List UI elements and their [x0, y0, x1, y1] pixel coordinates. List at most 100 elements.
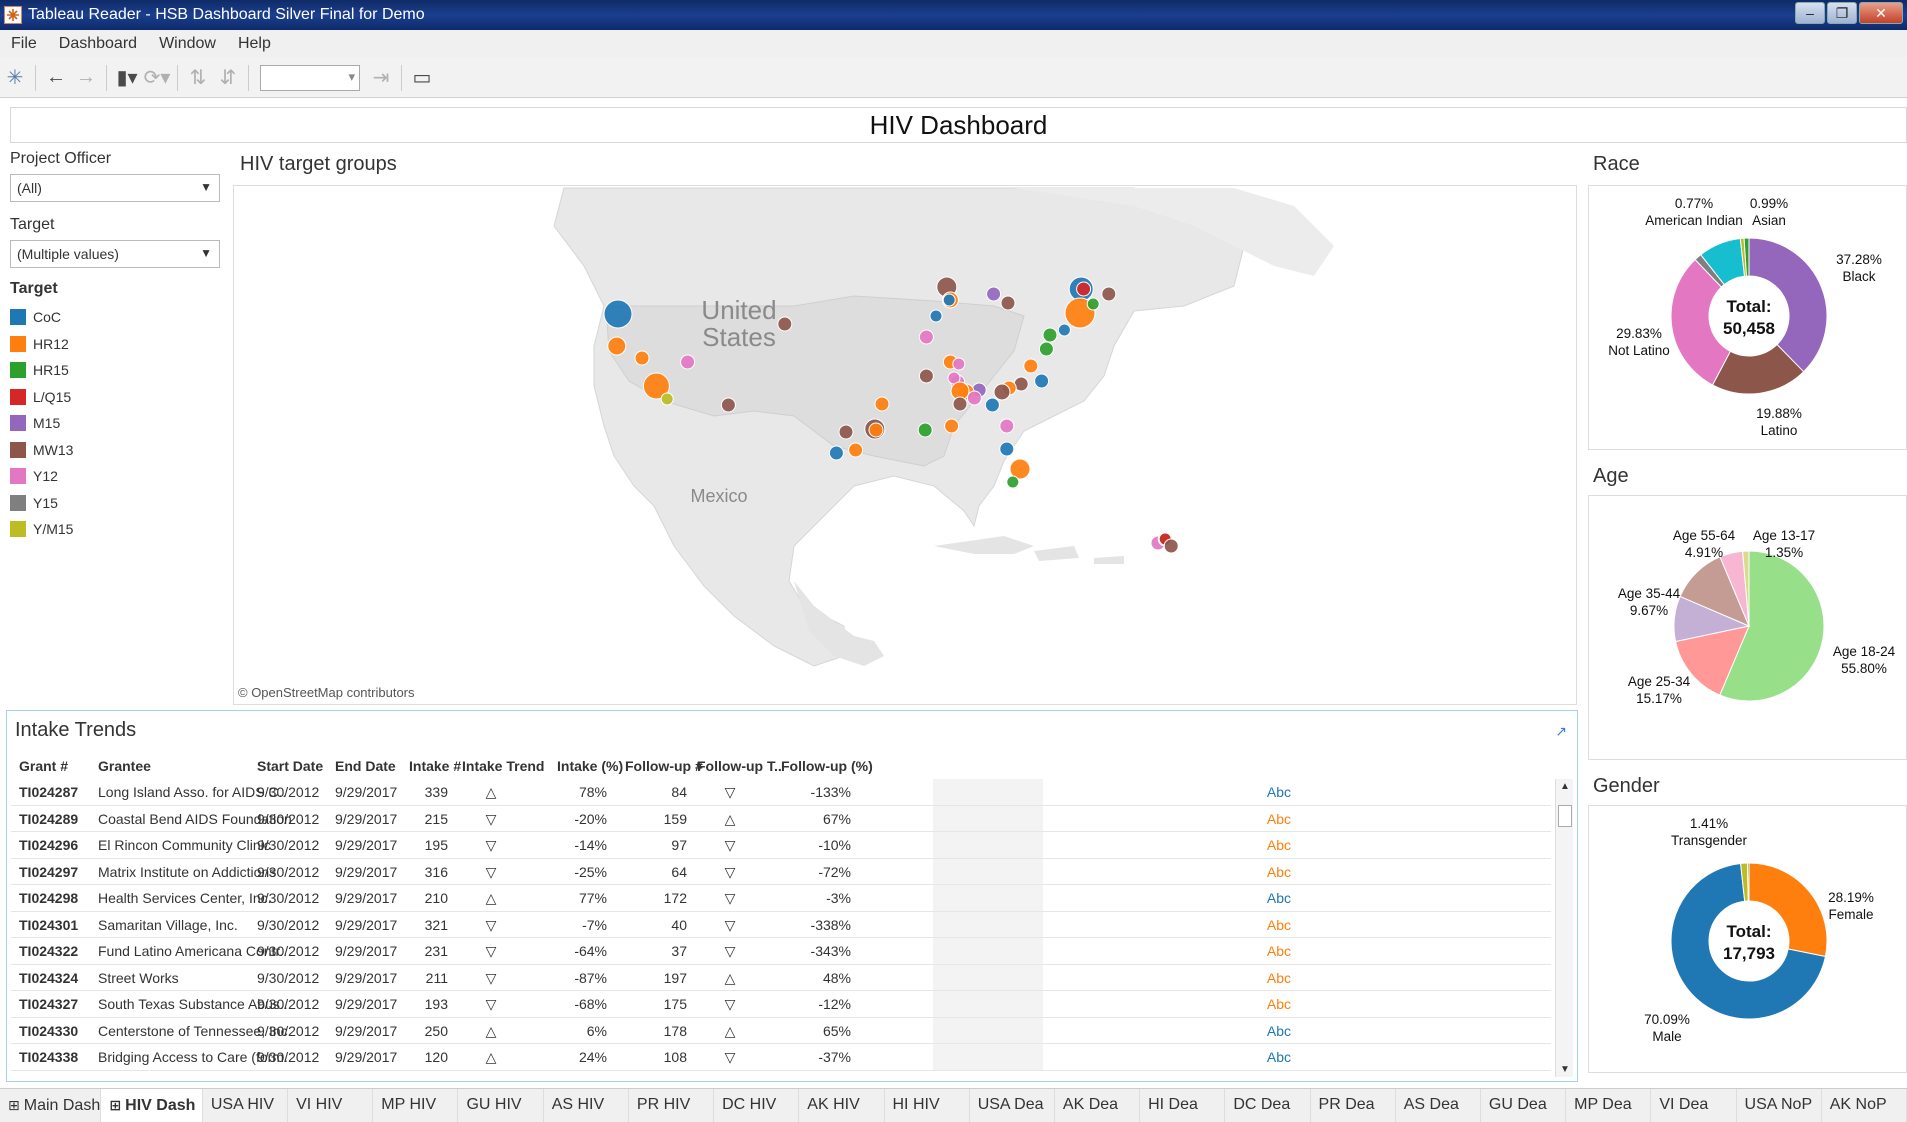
- tab-usa-dea[interactable]: USA Dea: [970, 1089, 1055, 1122]
- map-point[interactable]: [1023, 358, 1039, 374]
- table-row[interactable]: TI024298 Health Services Center, Inc. 9/30…: [11, 885, 1551, 912]
- sort-ascending-icon[interactable]: ⇅: [183, 63, 213, 93]
- map-point[interactable]: [838, 424, 854, 440]
- presentation-mode-icon[interactable]: ▭: [407, 63, 437, 93]
- column-header[interactable]: Follow-up #: [625, 758, 703, 774]
- tab-gu-dea[interactable]: GU Dea: [1481, 1089, 1567, 1122]
- table-row[interactable]: TI024301 Samaritan Village, Inc. 9/30/2012…: [11, 911, 1551, 938]
- popout-icon[interactable]: ↗: [1555, 723, 1567, 740]
- back-arrow-icon[interactable]: ←: [41, 63, 71, 93]
- map-point[interactable]: [634, 350, 650, 366]
- tab-main-dash[interactable]: ⊞ Main Dash: [0, 1089, 102, 1122]
- map-view[interactable]: United States Mexico © OpenStreetMap con…: [233, 185, 1577, 705]
- column-header[interactable]: Intake Trend: [462, 758, 544, 774]
- table-row[interactable]: TI024324 Street Works 9/30/2012 9/29/2017 21…: [11, 964, 1551, 991]
- abc-indicator[interactable]: Abc: [1231, 1049, 1291, 1065]
- column-header[interactable]: End Date: [335, 758, 396, 774]
- abc-indicator[interactable]: Abc: [1231, 890, 1291, 906]
- legend-item-ym15[interactable]: Y/M15: [10, 516, 225, 543]
- column-header[interactable]: Grant #: [19, 758, 68, 774]
- tab-hi-hiv[interactable]: HI HIV: [885, 1089, 970, 1122]
- menu-file[interactable]: File: [0, 35, 48, 53]
- map-point[interactable]: [874, 396, 890, 412]
- tab-ak-nop[interactable]: AK NoP: [1822, 1089, 1907, 1122]
- map-point[interactable]: [952, 357, 966, 371]
- map-point[interactable]: [984, 397, 1000, 413]
- map-point[interactable]: [952, 396, 968, 412]
- map-point[interactable]: [1076, 281, 1092, 297]
- tab-ak-dea[interactable]: AK Dea: [1055, 1089, 1141, 1122]
- table-row[interactable]: TI024296 El Rincon Community Clinic 9/30/2…: [11, 832, 1551, 859]
- map-point[interactable]: [1163, 538, 1179, 554]
- fit-combo[interactable]: [260, 64, 360, 91]
- menu-window[interactable]: Window: [148, 35, 227, 53]
- map-point[interactable]: [1057, 323, 1071, 337]
- table-body[interactable]: TI024287 Long Island Asso. for AIDS C.. 9/…: [11, 779, 1551, 1079]
- map-point[interactable]: [1042, 327, 1058, 343]
- table-row[interactable]: TI024338 Bridging Access to Care (form.. 9…: [11, 1044, 1551, 1071]
- map-point[interactable]: [720, 397, 736, 413]
- tab-pr-hiv[interactable]: PR HIV: [629, 1089, 715, 1122]
- scroll-up-icon[interactable]: ▲: [1560, 781, 1570, 792]
- map-point[interactable]: [777, 316, 793, 332]
- column-header[interactable]: Intake #: [409, 758, 461, 774]
- menu-help[interactable]: Help: [227, 35, 282, 53]
- map-point[interactable]: [1101, 286, 1117, 302]
- close-button[interactable]: ✕: [1859, 2, 1903, 24]
- table-row[interactable]: TI024330 Centerstone of Tennessee, Inc. 9/…: [11, 1017, 1551, 1044]
- tab-vi-hiv[interactable]: VI HIV: [288, 1089, 374, 1122]
- map-point[interactable]: [1006, 475, 1020, 489]
- map-canvas[interactable]: United States Mexico: [234, 186, 1577, 705]
- abc-indicator[interactable]: Abc: [1231, 996, 1291, 1012]
- tab-usa-hiv[interactable]: USA HIV: [203, 1089, 289, 1122]
- table-scrollbar[interactable]: ▲ ▼: [1555, 779, 1573, 1077]
- map-point[interactable]: [918, 329, 934, 345]
- map-point[interactable]: [660, 392, 674, 406]
- column-header[interactable]: Follow-up T..: [697, 758, 782, 774]
- map-point[interactable]: [942, 293, 956, 307]
- abc-indicator[interactable]: Abc: [1231, 917, 1291, 933]
- tab-dc-hiv[interactable]: DC HIV: [714, 1089, 800, 1122]
- table-row[interactable]: TI024327 South Texas Substance Abus.. 9/30…: [11, 991, 1551, 1018]
- map-point[interactable]: [828, 445, 844, 461]
- abc-indicator[interactable]: Abc: [1231, 837, 1291, 853]
- map-point[interactable]: [1086, 297, 1100, 311]
- abc-indicator[interactable]: Abc: [1231, 811, 1291, 827]
- legend-item-y12[interactable]: Y12: [10, 463, 225, 490]
- table-row[interactable]: TI024287 Long Island Asso. for AIDS C.. 9/…: [11, 779, 1551, 806]
- tab-mp-hiv[interactable]: MP HIV: [373, 1089, 459, 1122]
- minimize-button[interactable]: –: [1795, 2, 1825, 24]
- column-header[interactable]: Intake (%): [557, 758, 623, 774]
- legend-item-coc[interactable]: CoC: [10, 304, 225, 331]
- tab-vi-dea[interactable]: VI Dea: [1651, 1089, 1737, 1122]
- column-header[interactable]: Start Date: [257, 758, 323, 774]
- legend-item-y15[interactable]: Y15: [10, 490, 225, 517]
- tableau-logo-icon[interactable]: ✳: [0, 63, 30, 93]
- abc-indicator[interactable]: Abc: [1231, 943, 1291, 959]
- map-point[interactable]: [966, 390, 982, 406]
- map-point[interactable]: [1034, 373, 1050, 389]
- legend-item-mw13[interactable]: MW13: [10, 437, 225, 464]
- map-point[interactable]: [607, 336, 627, 356]
- legend-item-hr15[interactable]: HR15: [10, 357, 225, 384]
- legend-item-lq15[interactable]: L/Q15: [10, 384, 225, 411]
- map-point[interactable]: [944, 418, 960, 434]
- map-point[interactable]: [917, 422, 933, 438]
- abc-indicator[interactable]: Abc: [1231, 784, 1291, 800]
- project-officer-dropdown[interactable]: (All) ▼: [10, 174, 220, 202]
- legend-item-hr12[interactable]: HR12: [10, 331, 225, 358]
- map-point[interactable]: [929, 309, 943, 323]
- map-point[interactable]: [986, 286, 1002, 302]
- tab-as-hiv[interactable]: AS HIV: [544, 1089, 629, 1122]
- scroll-thumb[interactable]: [1558, 805, 1572, 827]
- map-point[interactable]: [868, 422, 884, 438]
- tab-pr-dea[interactable]: PR Dea: [1311, 1089, 1396, 1122]
- tab-usa-nop[interactable]: USA NoP: [1737, 1089, 1822, 1122]
- map-point[interactable]: [680, 354, 696, 370]
- restore-button[interactable]: ❐: [1827, 2, 1857, 24]
- sort-descending-icon[interactable]: ⇵: [213, 63, 243, 93]
- tab-ak-hiv[interactable]: AK HIV: [799, 1089, 885, 1122]
- map-point[interactable]: [603, 299, 633, 329]
- tab-gu-hiv[interactable]: GU HIV: [458, 1089, 544, 1122]
- data-source-icon[interactable]: ▮▾: [112, 63, 142, 93]
